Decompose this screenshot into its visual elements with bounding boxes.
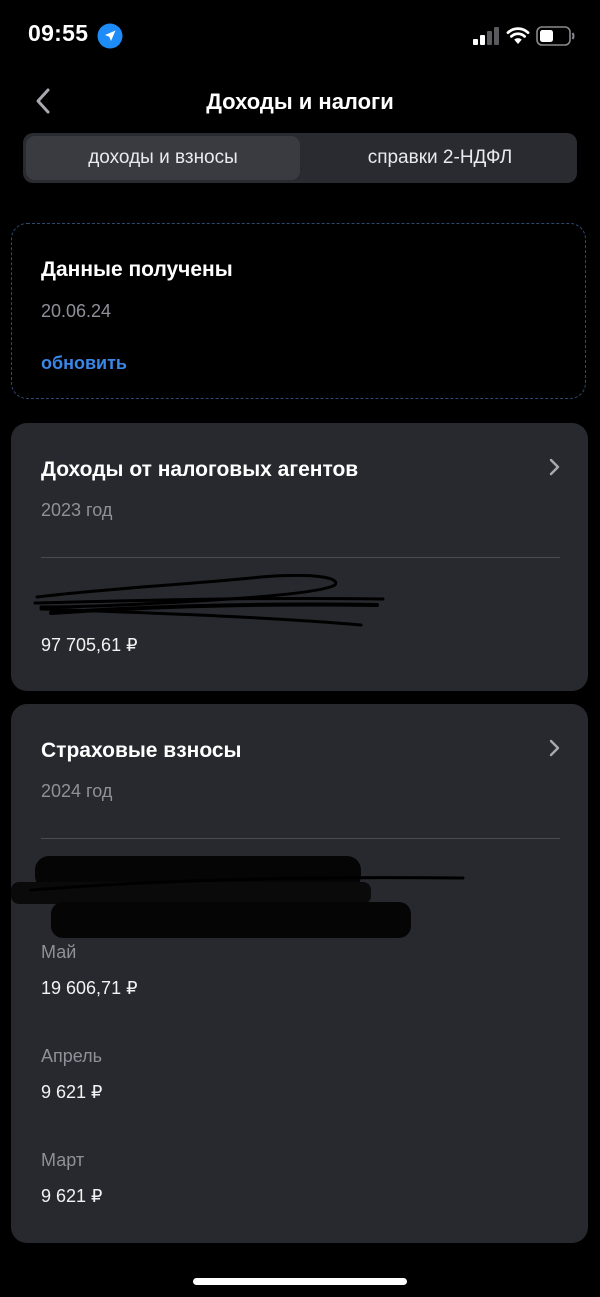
chevron-right-icon — [549, 739, 560, 757]
tab-income-contributions[interactable]: доходы и взносы — [26, 136, 300, 180]
page-title: Доходы и налоги — [206, 89, 394, 114]
chevron-right-icon — [549, 458, 560, 476]
data-received-card: Данные получены 20.06.24 обновить — [11, 223, 586, 399]
battery-icon — [536, 26, 575, 46]
month-amount: 9 621 ₽ — [41, 1082, 103, 1102]
insurance-contributions-card[interactable]: Страховые взносы 2024 год Май 19 606,71 … — [11, 704, 588, 1243]
redaction-scribble — [33, 573, 385, 627]
card-title: Доходы от налоговых агентов — [41, 458, 359, 481]
tax-agents-income-card[interactable]: Доходы от налоговых агентов 2023 год 97 … — [11, 423, 588, 691]
nav-header: Доходы и налоги — [0, 80, 600, 124]
segmented-tabs: доходы и взносы справки 2-НДФЛ — [23, 133, 577, 183]
card-title: Страховые взносы — [41, 739, 242, 762]
status-bar: 09:55 — [0, 0, 600, 70]
card-year: 2023 год — [41, 500, 113, 520]
month-label: Май — [41, 942, 77, 962]
month-label: Апрель — [41, 1046, 103, 1066]
divider — [41, 557, 560, 558]
wifi-icon — [506, 27, 530, 44]
month-label: Март — [41, 1150, 85, 1170]
cellular-signal-icon — [473, 27, 499, 45]
info-card-title: Данные получены — [41, 258, 233, 281]
home-indicator[interactable] — [193, 1278, 407, 1285]
info-card-date: 20.06.24 — [41, 301, 112, 321]
divider — [41, 838, 560, 839]
redaction-scribble — [11, 856, 465, 938]
location-arrow-icon — [97, 23, 123, 49]
status-time: 09:55 — [28, 20, 89, 46]
refresh-link[interactable]: обновить — [41, 353, 127, 374]
month-amount: 9 621 ₽ — [41, 1186, 103, 1206]
month-amount: 19 606,71 ₽ — [41, 978, 138, 998]
income-amount: 97 705,61 ₽ — [41, 635, 138, 655]
tab-2ndfl-certificates[interactable]: справки 2-НДФЛ — [303, 133, 577, 183]
card-year: 2024 год — [41, 781, 113, 801]
